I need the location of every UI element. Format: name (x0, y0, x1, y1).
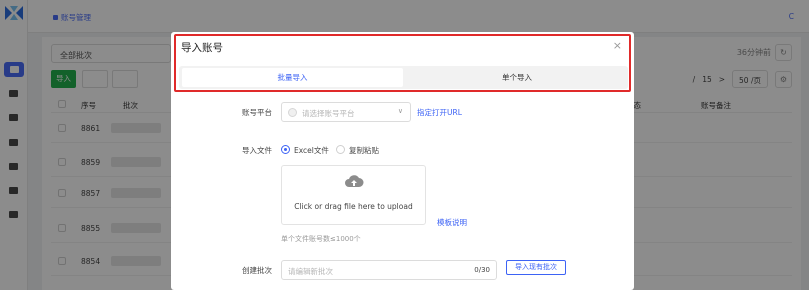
batch-name-input[interactable]: 请编辑新批次 0/30 (281, 260, 497, 280)
close-icon[interactable]: × (613, 39, 622, 52)
batch-char-count: 0/30 (474, 266, 490, 274)
platform-select[interactable]: 请选择账号平台 ∨ (281, 102, 411, 122)
import-existing-batch-button[interactable]: 导入现有批次 (506, 260, 566, 275)
chevron-down-icon: ∨ (397, 107, 403, 115)
tab-batch-import[interactable]: 批量导入 (182, 68, 403, 87)
platform-label: 账号平台 (242, 108, 272, 117)
paste-radio-label[interactable]: 复制粘贴 (349, 145, 379, 156)
paste-radio[interactable] (336, 145, 345, 154)
upload-text: Click or drag file here to upload (294, 202, 413, 211)
tab-single-import[interactable]: 单个导入 (409, 68, 625, 87)
platform-icon (288, 108, 297, 117)
excel-radio-label[interactable]: Excel文件 (294, 145, 329, 156)
template-help-link[interactable]: 模板说明 (437, 217, 467, 228)
specify-url-link[interactable]: 指定打开URL (417, 107, 462, 118)
import-mode-tabs: 批量导入 单个导入 (179, 66, 628, 89)
batch-label: 创建批次 (242, 266, 272, 275)
import-accounts-modal: 导入账号 × 批量导入 单个导入 账号平台 请选择账号平台 ∨ 指定打开URL … (171, 32, 634, 290)
file-upload-dropzone[interactable]: Click or drag file here to upload (281, 165, 426, 225)
platform-placeholder: 请选择账号平台 (302, 109, 355, 118)
cloud-upload-icon (345, 175, 364, 187)
file-label: 导入文件 (242, 146, 272, 155)
modal-title: 导入账号 (181, 42, 223, 54)
file-limit-hint: 单个文件账号数≤1000个 (281, 235, 361, 243)
batch-placeholder: 请编辑新批次 (288, 267, 333, 276)
excel-radio[interactable] (281, 145, 290, 154)
